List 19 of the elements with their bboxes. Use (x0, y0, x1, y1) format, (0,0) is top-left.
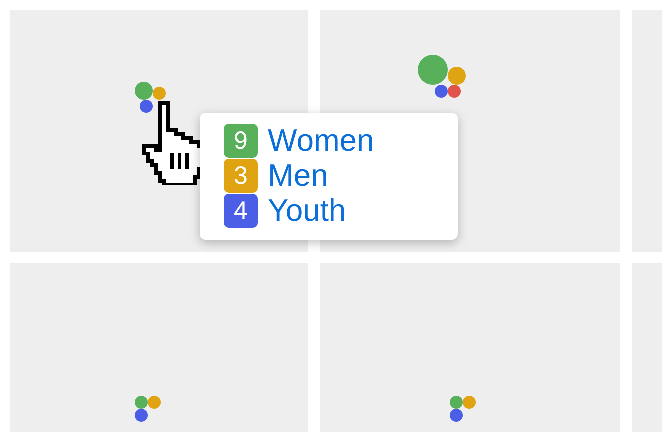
cluster-dot[interactable] (450, 409, 463, 422)
cluster-dot[interactable] (418, 55, 448, 85)
cluster-dot[interactable] (135, 82, 153, 100)
count-badge: 9 (224, 124, 258, 158)
cluster-dot[interactable] (448, 67, 466, 85)
category-label: Men (268, 159, 328, 193)
cluster-dot[interactable] (148, 396, 161, 409)
category-label: Youth (268, 194, 346, 228)
cluster-dot[interactable] (448, 85, 461, 98)
cluster-dot[interactable] (135, 409, 148, 422)
cluster-dot[interactable] (140, 100, 153, 113)
count-badge: 4 (224, 194, 258, 228)
cluster-dot[interactable] (153, 87, 166, 100)
cluster-dot[interactable] (435, 85, 448, 98)
cluster-dot[interactable] (135, 396, 148, 409)
category-label: Women (268, 124, 374, 158)
count-badge: 3 (224, 159, 258, 193)
cluster-dot[interactable] (463, 396, 476, 409)
cluster-dot[interactable] (450, 396, 463, 409)
